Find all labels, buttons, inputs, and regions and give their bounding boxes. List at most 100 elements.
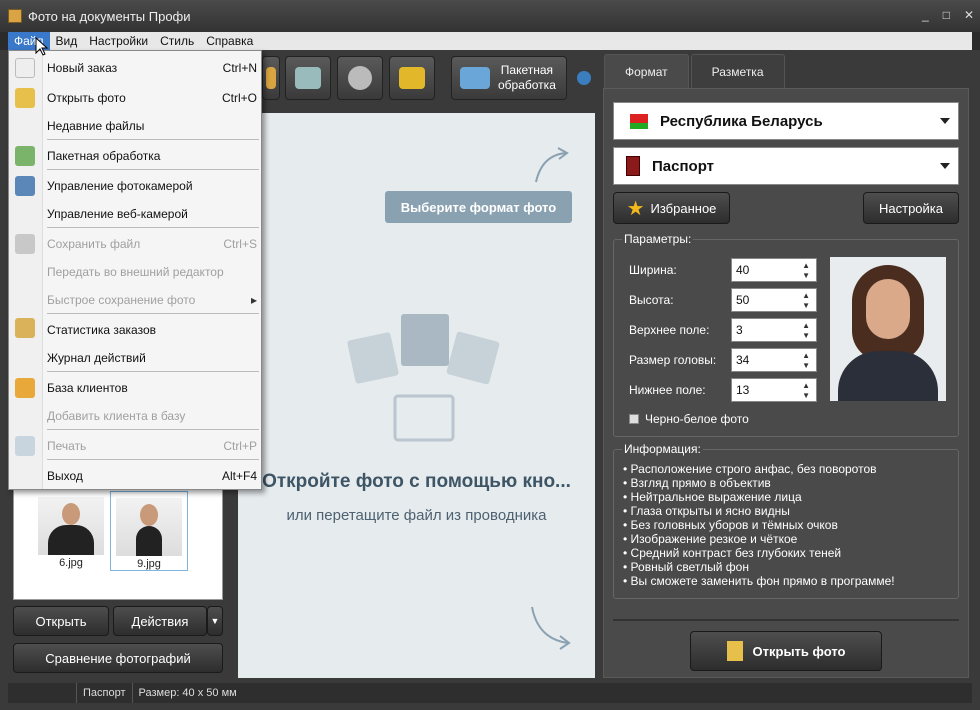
status-document: Паспорт [76, 683, 132, 703]
format-panel: Республика Беларусь Паспорт ★ Избранное … [603, 88, 969, 678]
collapse-icon[interactable] [577, 71, 591, 85]
star-icon: ★ [626, 197, 645, 220]
status-bar: Паспорт Размер: 40 x 50 мм [8, 683, 972, 703]
batch-button[interactable]: Пакетная обработка [451, 56, 567, 100]
menu-item-quick-save: Быстрое сохранение фото ▸ [47, 293, 257, 307]
info-group: Информация: Расположение строго анфас, б… [613, 442, 959, 599]
menu-bar: Файл Вид Настройки Стиль Справка [8, 32, 972, 50]
info-item: Взгляд прямо в объектив [623, 476, 895, 490]
open-folder-icon [15, 88, 35, 108]
parameters-title: Параметры: [622, 232, 694, 246]
width-row: Ширина: 40 ▲ ▼ [629, 258, 817, 282]
info-item: Вы сможете заменить фон прямо в программ… [623, 574, 895, 588]
menu-help[interactable]: Справка [200, 32, 259, 50]
title-bar: Фото на документы Профи _ □ ✕ [0, 0, 980, 32]
info-item: Средний контраст без глубоких теней [623, 546, 895, 560]
head-size-input[interactable]: 34 ▲ ▼ [731, 348, 817, 372]
print-button[interactable] [389, 56, 435, 100]
open-photo-title: Откройте фото с помощью кно... [262, 471, 571, 492]
height-input[interactable]: 50 ▲ ▼ [731, 288, 817, 312]
camera-icon [15, 176, 35, 196]
open-photo-button[interactable]: Открыть фото [690, 631, 882, 671]
bw-checkbox[interactable] [629, 414, 639, 424]
menu-item-batch[interactable]: Пакетная обработка [47, 149, 257, 163]
tab-format[interactable]: Формат [604, 54, 689, 88]
bw-checkbox-row[interactable]: Черно-белое фото [629, 412, 749, 426]
minimize-button[interactable]: _ [922, 8, 929, 22]
width-label: Ширина: [629, 263, 677, 277]
info-title: Информация: [622, 442, 703, 456]
top-margin-row: Верхнее поле: 3 ▲ ▼ [629, 318, 817, 342]
new-document-icon [15, 58, 35, 78]
actions-dropdown-button[interactable]: ▼ [207, 606, 223, 636]
thumbnail-list: 6.jpg 9.jpg [13, 480, 223, 600]
thumbnail-image [116, 498, 182, 556]
menu-item-camera-control[interactable]: Управление фотокамерой [47, 179, 257, 193]
menu-item-print: Печать Ctrl+P [47, 439, 257, 453]
status-size: Размер: 40 x 50 мм [131, 683, 243, 703]
head-size-label: Размер головы: [629, 353, 717, 367]
menu-item-order-stats[interactable]: Статистика заказов [47, 323, 257, 337]
info-item: Ровный светлый фон [623, 560, 895, 574]
height-row: Высота: 50 ▲ ▼ [629, 288, 817, 312]
menu-item-webcam-control[interactable]: Управление веб-камерой [47, 207, 257, 221]
camera-icon [295, 67, 321, 89]
toolbar-button-partial[interactable] [262, 56, 280, 100]
menu-style[interactable]: Стиль [154, 32, 200, 50]
camera-button[interactable] [285, 56, 331, 100]
menu-item-exit[interactable]: Выход Alt+F4 [47, 469, 257, 483]
thumbnail-item[interactable]: 9.jpg [110, 491, 188, 571]
chevron-down-icon [940, 118, 950, 124]
choose-format-button[interactable]: Выберите формат фото [385, 191, 572, 223]
favorites-button[interactable]: ★ Избранное [613, 192, 730, 224]
notepad-icon [15, 318, 35, 338]
batch-picture-icon [15, 146, 35, 166]
bottom-margin-label: Нижнее поле: [629, 383, 706, 397]
folder-icon [726, 641, 743, 661]
menu-item-client-base[interactable]: База клиентов [47, 381, 257, 395]
thumbnail-item[interactable]: 6.jpg [32, 491, 110, 571]
info-item: Глаза открыты и ясно видны [623, 504, 895, 518]
info-item: Без головных уборов и тёмных очков [623, 518, 895, 532]
parameters-group: Параметры: Ширина: 40 ▲ ▼ Высота: 50 ▲ ▼ Верхн… [613, 232, 959, 437]
menu-item-new-order[interactable]: Новый заказ Ctrl+N [47, 61, 257, 75]
bottom-margin-input[interactable]: 13 ▲ ▼ [731, 378, 817, 402]
document-type-select[interactable]: Паспорт [613, 147, 959, 185]
webcam-button[interactable] [337, 56, 383, 100]
picture-icon [460, 67, 490, 89]
menu-view[interactable]: Вид [50, 32, 84, 50]
bw-label: Черно-белое фото [645, 412, 749, 426]
right-tabs: Формат Разметка [604, 54, 785, 88]
country-select[interactable]: Республика Беларусь [613, 102, 959, 140]
settings-button[interactable]: Настройка [863, 192, 959, 224]
compare-photos-button[interactable]: Сравнение фотографий [13, 643, 223, 673]
menu-item-open-photo[interactable]: Открыть фото Ctrl+O [47, 91, 257, 105]
menu-settings[interactable]: Настройки [83, 32, 154, 50]
close-button[interactable]: ✕ [964, 8, 974, 22]
photos-folder-icon [347, 314, 500, 442]
menu-item-external-editor: Передать во внешний редактор [47, 265, 224, 279]
thumbnail-caption: 9.jpg [137, 558, 161, 570]
info-item: Нейтральное выражение лица [623, 490, 895, 504]
arrow-up-right-icon [535, 147, 569, 183]
chevron-down-icon [940, 163, 950, 169]
menu-item-action-log[interactable]: Журнал действий [47, 351, 257, 365]
width-input[interactable]: 40 ▲ ▼ [731, 258, 817, 282]
save-disk-icon [15, 234, 35, 254]
photo-drop-area[interactable]: Выберите формат фото Откройте фото с пом… [238, 113, 595, 678]
open-button[interactable]: Открыть [13, 606, 109, 636]
document-type-value: Паспорт [652, 157, 714, 175]
favorites-label: Избранное [650, 200, 717, 216]
height-label: Высота: [629, 293, 674, 307]
top-margin-input[interactable]: 3 ▲ ▼ [731, 318, 817, 342]
tab-markup[interactable]: Разметка [690, 54, 785, 88]
menu-item-add-client: Добавить клиента в базу [47, 409, 186, 423]
thumbnail-caption: 6.jpg [59, 557, 83, 569]
maximize-button[interactable]: □ [943, 8, 950, 22]
sample-portrait [830, 257, 946, 401]
window-title: Фото на документы Профи [28, 8, 191, 24]
divider [613, 619, 959, 621]
actions-button[interactable]: Действия [113, 606, 207, 636]
film-reel-icon [348, 66, 372, 90]
menu-item-recent-files[interactable]: Недавние файлы [47, 119, 257, 133]
